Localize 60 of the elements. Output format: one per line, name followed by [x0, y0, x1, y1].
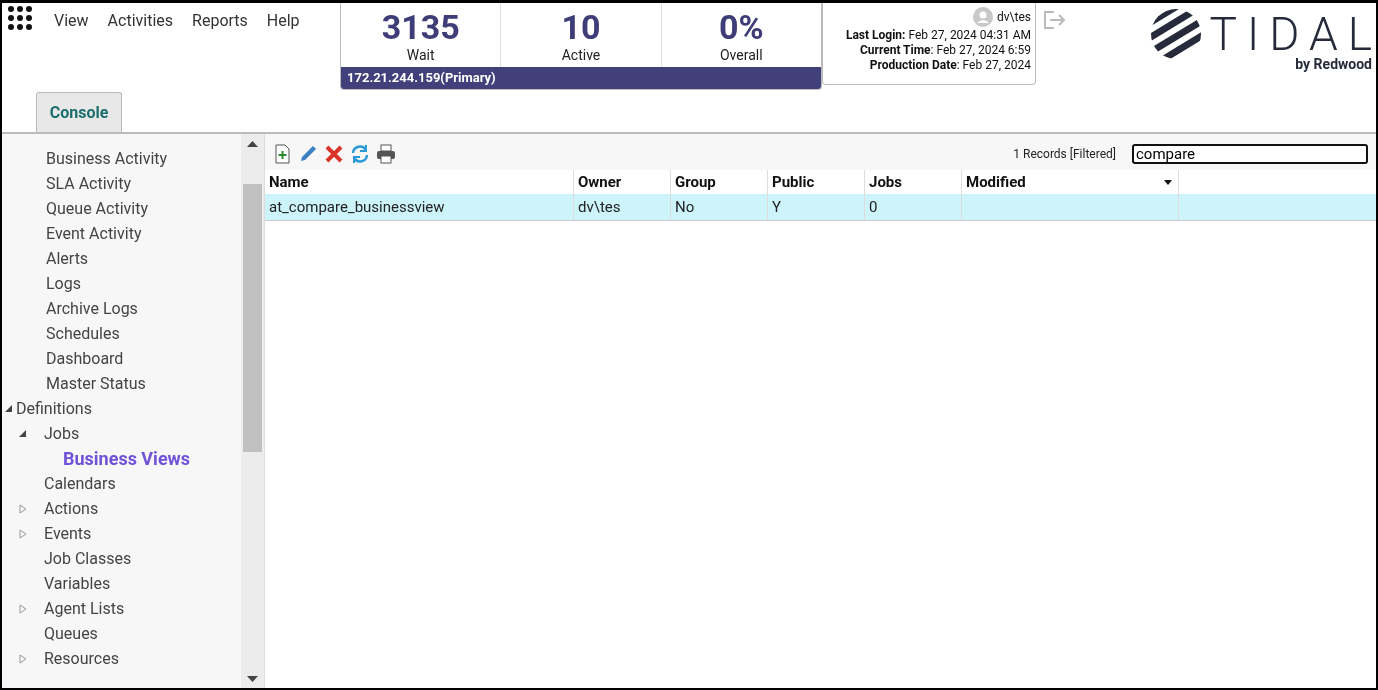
expanded-triangle-icon[interactable] [4, 403, 14, 414]
tree-item[interactable]: Alerts [46, 249, 89, 268]
collapsed-triangle-icon[interactable] [18, 653, 28, 664]
tree-item[interactable]: Queues [44, 624, 98, 643]
menu-item[interactable]: Reports [192, 10, 248, 30]
stat-value: 0% [719, 7, 764, 47]
tree-item[interactable]: Business Activity [46, 149, 168, 168]
tree-item[interactable]: Jobs [44, 424, 80, 443]
table-cell: No [671, 194, 768, 220]
tree-item[interactable]: Queue Activity [46, 199, 148, 218]
menu-item[interactable]: Activities [107, 10, 174, 30]
tree-item[interactable]: Events [44, 524, 92, 543]
tree-item[interactable]: SLA Activity [46, 174, 132, 193]
collapsed-triangle-icon[interactable] [18, 528, 28, 539]
tree-item[interactable]: Event Activity [46, 224, 142, 243]
expanded-triangle-icon[interactable] [18, 428, 28, 439]
table-cell: at_compare_businessview [265, 194, 574, 220]
tree-item[interactable]: Resources [44, 649, 119, 668]
server-bar: 172.21.244.159(Primary) [341, 67, 821, 89]
tree-item[interactable]: Business Views [63, 448, 191, 469]
tree-item[interactable]: Agent Lists [44, 599, 125, 618]
records-count: 1 Records [Filtered] [1013, 147, 1116, 161]
print-icon[interactable] [375, 143, 397, 165]
stat-value: 3135 [381, 7, 460, 47]
table-row[interactable]: at_compare_businessview dv\tes No Y 0 [265, 194, 1376, 221]
stat-value: 10 [561, 7, 601, 47]
delete-icon[interactable] [323, 143, 345, 165]
tab[interactable]: Console [36, 92, 122, 132]
stat-label: Wait [406, 47, 435, 63]
dropdown-caret-icon[interactable] [1164, 180, 1172, 185]
collapsed-triangle-icon[interactable] [18, 603, 28, 614]
tree-item[interactable]: Actions [44, 499, 99, 518]
user-name: dv\tes [997, 10, 1031, 24]
logo-tagline: by Redwood [1295, 56, 1372, 72]
tree-item[interactable]: Master Status [46, 374, 146, 393]
striped-circle-logo-icon [1149, 8, 1202, 60]
menu-item[interactable]: View [54, 10, 89, 30]
table-cell: Y [768, 194, 865, 220]
tree-item[interactable]: Job Classes [44, 549, 132, 568]
tree-item[interactable]: Logs [46, 274, 81, 293]
search-field[interactable]: compare [1132, 144, 1368, 164]
table-cell: 0 [865, 194, 962, 220]
stat-label: Overall [720, 47, 763, 63]
tree-item[interactable]: Definitions [16, 399, 92, 418]
info-line: Last Login: Feb 27, 2024 04:31 AM [845, 28, 1031, 42]
logo-wordmark: TIDAL [1209, 9, 1376, 59]
info-line: Production Date: Feb 27, 2024 [869, 58, 1031, 72]
table-cell: dv\tes [574, 194, 671, 220]
tree-item[interactable]: Schedules [46, 324, 120, 343]
tree-item[interactable]: Dashboard [46, 349, 124, 368]
scrollbar[interactable] [241, 134, 264, 688]
stat-label: Active [561, 47, 601, 63]
collapsed-triangle-icon[interactable] [18, 503, 28, 514]
menu-item[interactable]: Help [266, 10, 300, 30]
tree-item[interactable]: Archive Logs [46, 299, 138, 318]
tree-item[interactable]: Variables [44, 574, 111, 593]
app-grid-icon[interactable] [8, 6, 32, 30]
info-line: Current Time: Feb 27, 2024 6:59 [859, 43, 1031, 57]
tree-item[interactable]: Calendars [44, 474, 116, 493]
user-avatar-icon [973, 7, 993, 27]
